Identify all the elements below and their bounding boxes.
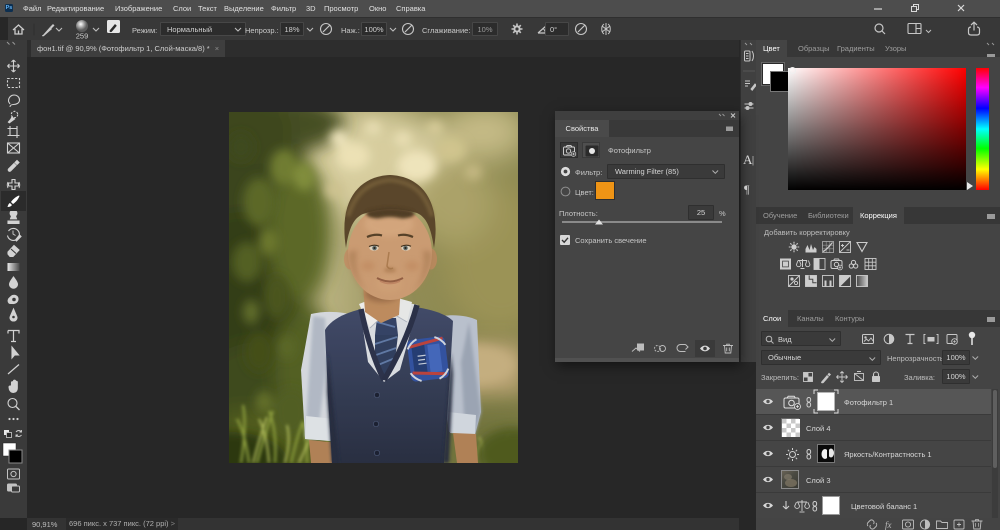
svg-text:fx: fx	[885, 520, 892, 530]
svg-text:¶: ¶	[744, 182, 750, 196]
svg-text:|: |	[752, 155, 754, 166]
